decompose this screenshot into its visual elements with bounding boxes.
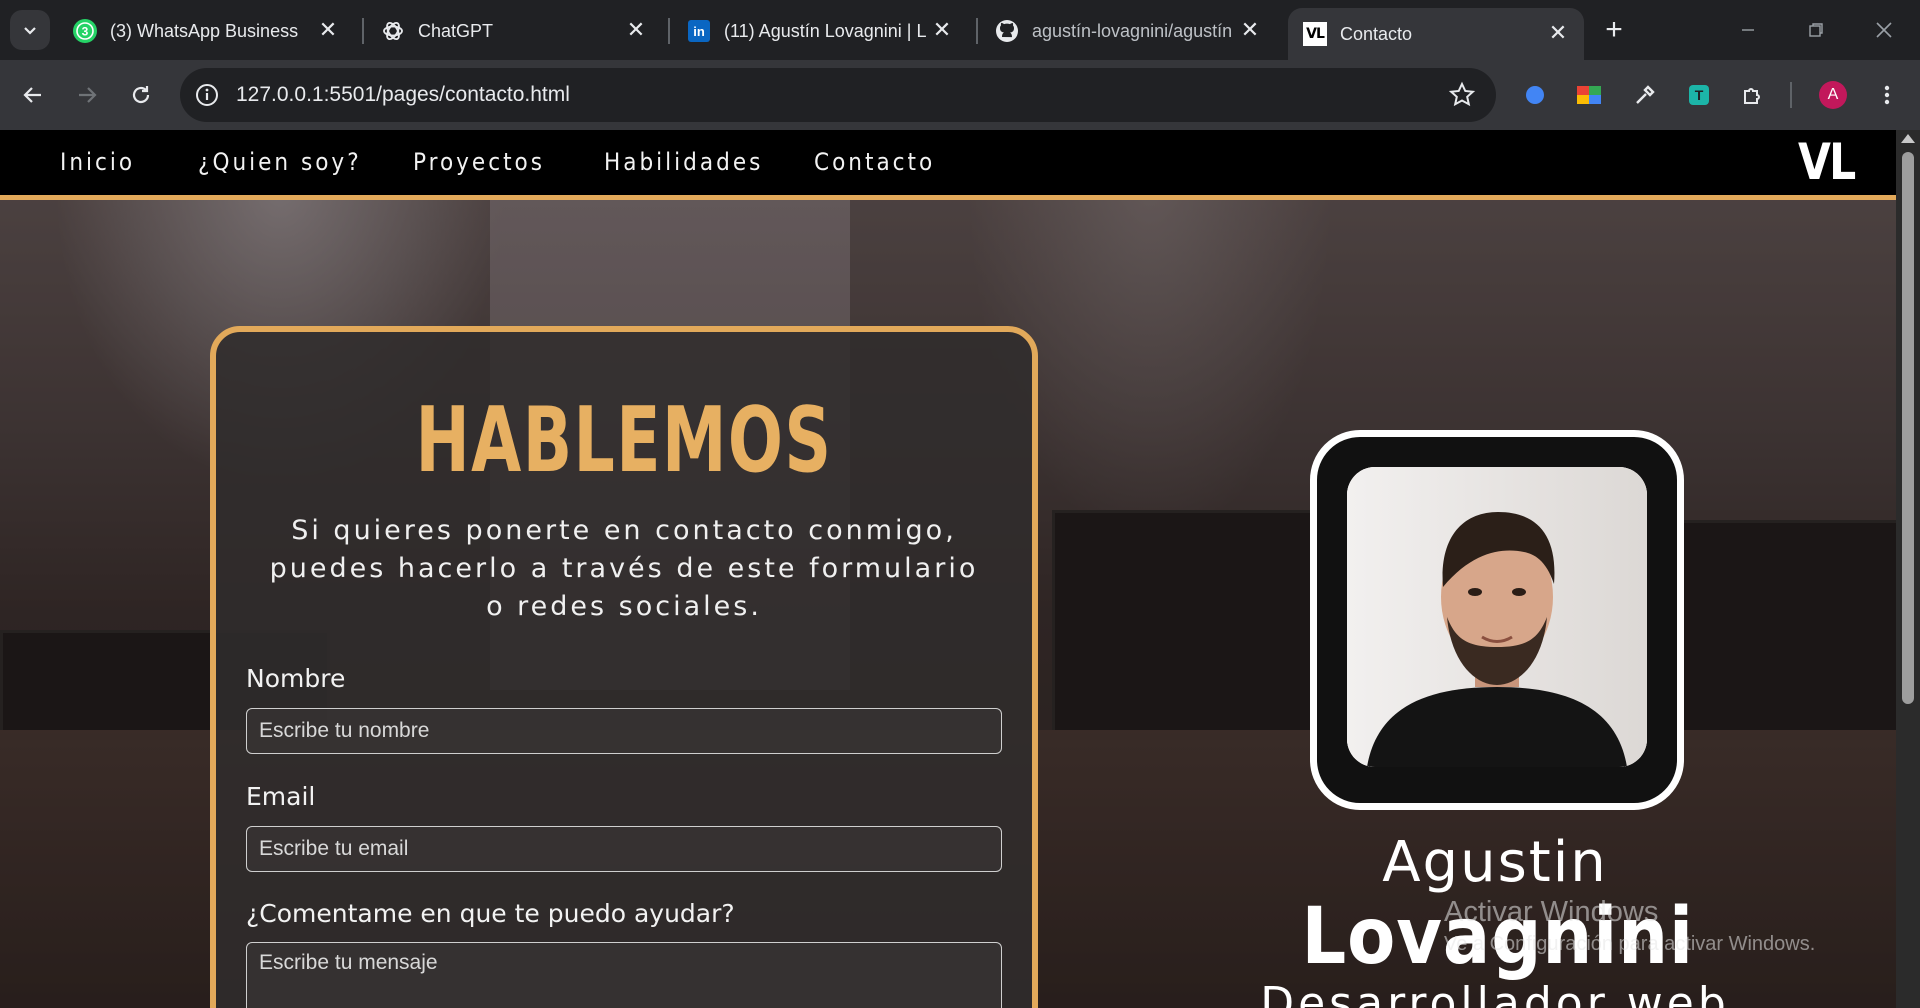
extension-color-palette[interactable] (1572, 78, 1606, 112)
contact-heading: HABLEMOS (415, 388, 833, 493)
profile-photo-frame (1310, 430, 1684, 810)
contact-intro: Si quieres ponerte en contacto conmigo, … (269, 515, 979, 622)
extension-circle-icon (1526, 86, 1544, 104)
nav-link-habilidades[interactable]: Habilidades (604, 130, 763, 195)
tab-whatsapp[interactable]: 3 (3) WhatsApp Business ✕ (58, 8, 354, 54)
tab-title: (3) WhatsApp Business (110, 20, 299, 41)
whatsapp-badge: 3 (82, 25, 89, 39)
tab-github[interactable]: agustín-lovagnini/agustín ✕ (980, 8, 1276, 54)
extension-text[interactable]: T (1682, 78, 1716, 112)
message-label: ¿Comentame en que te puedo ayudar? (246, 899, 735, 928)
profile-photo (1347, 467, 1647, 767)
tab-title: Contacto (1340, 23, 1413, 44)
page-viewport: Inicio ¿Quien soy? Proyectos Habilidades… (0, 130, 1920, 1008)
svg-text:in: in (693, 24, 705, 39)
github-icon (994, 18, 1020, 44)
new-tab-button[interactable]: + (1596, 12, 1632, 48)
tab-title: ChatGPT (418, 20, 494, 41)
color-palette-icon (1577, 86, 1601, 104)
name-input[interactable] (246, 708, 1002, 754)
site-info-icon[interactable] (194, 82, 220, 108)
nav-link-inicio[interactable]: Inicio (60, 130, 135, 195)
windows-activation-watermark: Activar Windows Ve a Configuración para … (1444, 896, 1815, 956)
tab-separator (362, 18, 364, 44)
profile-avatar[interactable]: A (1816, 78, 1850, 112)
tab-linkedin[interactable]: in (11) Agustín Lovagnini | L ✕ (672, 8, 968, 54)
email-input[interactable] (246, 826, 1002, 872)
url-text[interactable]: 127.0.0.1:5501/pages/contacto.html (236, 68, 570, 122)
toolbar-divider (1790, 82, 1792, 108)
extension-eyedropper[interactable] (1628, 78, 1662, 112)
message-textarea[interactable] (246, 942, 1002, 1008)
browser-menu-button[interactable] (1870, 78, 1904, 112)
close-window-button[interactable] (1854, 8, 1914, 52)
tab-title: (11) Agustín Lovagnini | L (724, 20, 927, 41)
activation-title: Activar Windows (1444, 896, 1659, 928)
activation-subtitle: Ve a Configuración para activar Windows. (1444, 933, 1816, 955)
tab-contacto[interactable]: VL Contacto ✕ (1288, 8, 1584, 60)
forward-arrow-icon (79, 87, 97, 103)
scrollbar-thumb[interactable] (1902, 152, 1914, 704)
tab-separator (976, 18, 978, 44)
extensions-menu-button[interactable] (1736, 78, 1770, 112)
nav-link-contacto[interactable]: Contacto (814, 130, 935, 195)
nav-link-proyectos[interactable]: Proyectos (413, 130, 545, 195)
profile-first-name: Agustin (1382, 830, 1608, 895)
close-tab-icon[interactable]: ✕ (316, 19, 340, 43)
tab-search-button[interactable] (10, 10, 50, 50)
tab-chatgpt[interactable]: ChatGPT ✕ (366, 8, 662, 54)
close-tab-icon[interactable]: ✕ (624, 19, 648, 43)
name-label: Nombre (246, 664, 346, 693)
profile-role: Desarrollador web (1260, 978, 1730, 1008)
reload-button[interactable] (122, 76, 160, 114)
browser-toolbar: 127.0.0.1:5501/pages/contacto.html T A (0, 60, 1920, 130)
site-navbar: Inicio ¿Quien soy? Proyectos Habilidades… (0, 130, 1896, 200)
scroll-up-arrow-icon[interactable] (1901, 134, 1915, 143)
linkedin-icon: in (686, 18, 712, 44)
puzzle-icon (1744, 88, 1760, 104)
minimize-icon (1742, 29, 1754, 31)
back-arrow-icon (23, 87, 41, 103)
chevron-down-icon (24, 27, 36, 35)
nav-link-quien-soy[interactable]: ¿Quien soy? (198, 130, 362, 195)
svg-text:T: T (1695, 87, 1704, 103)
eyedropper-icon (1636, 85, 1655, 104)
minimize-button[interactable] (1718, 8, 1778, 52)
contact-form-card: HABLEMOS Si quieres ponerte en contacto … (210, 326, 1038, 1008)
close-tab-icon[interactable]: ✕ (1238, 19, 1262, 43)
page-scrollbar[interactable] (1896, 130, 1920, 1008)
restore-icon (1809, 23, 1823, 37)
tab-strip: 3 (3) WhatsApp Business ✕ ChatGPT ✕ in (… (0, 0, 1920, 60)
text-tool-icon: T (1689, 85, 1709, 105)
tab-separator (668, 18, 670, 44)
close-icon (1876, 22, 1892, 38)
vl-favicon-icon: VL (1302, 21, 1328, 47)
tab-title: agustín-lovagnini/agustín (1032, 20, 1233, 41)
bookmark-star-icon[interactable] (1448, 81, 1476, 109)
back-button[interactable] (14, 76, 52, 114)
email-label: Email (246, 782, 316, 811)
reload-icon (132, 86, 150, 104)
forward-button[interactable] (68, 76, 106, 114)
three-dots-vertical-icon (1884, 85, 1890, 105)
close-tab-icon[interactable]: ✕ (930, 19, 954, 43)
site-logo[interactable]: VL (1798, 136, 1856, 188)
restore-button[interactable] (1786, 8, 1846, 52)
chatgpt-icon (380, 18, 406, 44)
address-bar[interactable]: 127.0.0.1:5501/pages/contacto.html (180, 68, 1496, 122)
extension-blue-dot[interactable] (1518, 78, 1552, 112)
whatsapp-icon: 3 (72, 18, 98, 44)
close-tab-icon[interactable]: ✕ (1546, 22, 1570, 46)
